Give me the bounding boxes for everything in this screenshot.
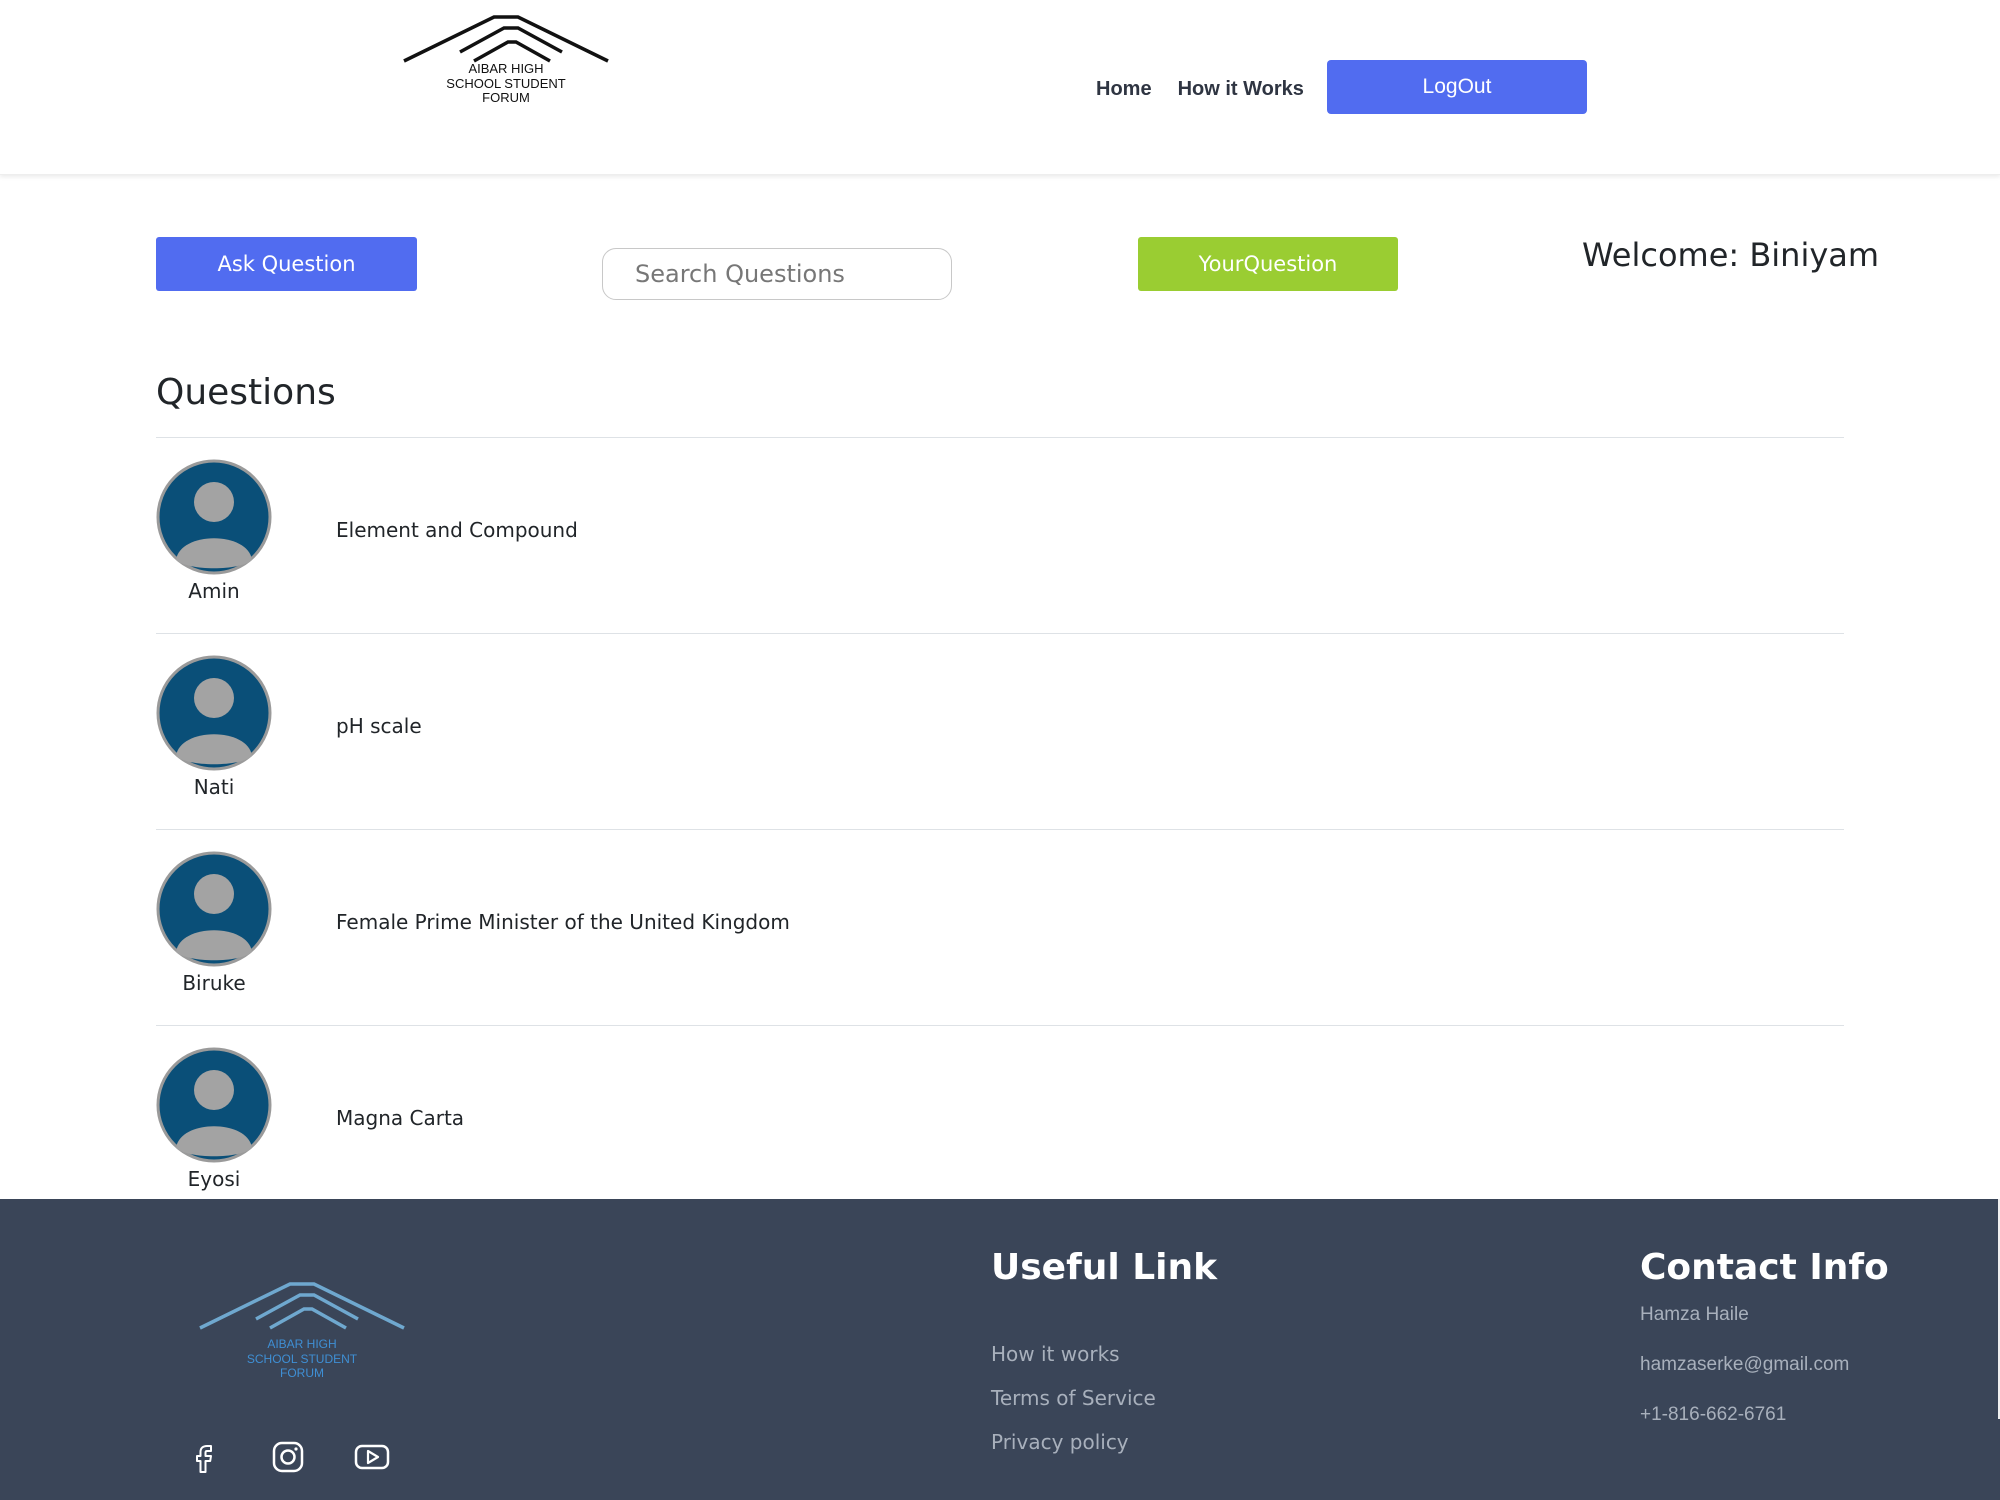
question-title-link[interactable]: Magna Carta <box>336 1106 464 1130</box>
question-title-link[interactable]: Female Prime Minister of the United King… <box>336 910 790 934</box>
user-avatar-icon <box>156 851 272 967</box>
logo-line: AIBAR HIGH <box>267 1337 337 1351</box>
logo-text: AIBAR HIGH SCHOOL STUDENT FORUM <box>400 61 612 106</box>
question-author: Amin <box>188 579 240 603</box>
contact-phone: +1-816-662-6761 <box>1640 1404 1787 1425</box>
ask-question-button[interactable]: Ask Question <box>156 237 417 291</box>
logout-button[interactable]: LogOut <box>1327 60 1587 114</box>
logo-line: SCHOOL STUDENT <box>446 75 566 91</box>
question-author: Nati <box>193 775 235 799</box>
logo-line: FORUM <box>280 1366 324 1380</box>
instagram-icon[interactable] <box>270 1439 306 1475</box>
user-avatar-icon <box>156 459 272 575</box>
nav-home-link[interactable]: Home <box>1096 60 1152 118</box>
user-avatar-icon <box>156 655 272 771</box>
main-nav: Home How it Works <box>1096 60 1330 118</box>
footer-link-how-it-works[interactable]: How it works <box>991 1342 1156 1367</box>
useful-links-list: How it works Terms of Service Privacy po… <box>991 1342 1156 1474</box>
site-header: AIBAR HIGH SCHOOL STUDENT FORUM Home How… <box>0 0 2000 175</box>
footer-logo[interactable]: AIBAR HIGH SCHOOL STUDENT FORUM <box>196 1281 408 1381</box>
contact-name: Hamza Haile <box>1640 1304 1749 1325</box>
question-row[interactable]: Amin Element and Compound <box>156 437 1844 633</box>
nav-how-it-works-link[interactable]: How it Works <box>1178 60 1304 118</box>
contact-info-heading: Contact Info <box>1640 1247 1889 1288</box>
footer-link-terms[interactable]: Terms of Service <box>991 1386 1156 1411</box>
search-questions-input[interactable] <box>602 248 952 300</box>
user-avatar-icon <box>156 1047 272 1163</box>
question-row[interactable]: Nati pH scale <box>156 633 1844 829</box>
question-author: Biruke <box>182 971 246 995</box>
logo-line: SCHOOL STUDENT <box>246 1351 358 1366</box>
footer-logo-text: AIBAR HIGH SCHOOL STUDENT FORUM <box>196 1337 408 1381</box>
facebook-icon[interactable] <box>186 1439 222 1475</box>
contact-email: hamzaserke@gmail.com <box>1640 1354 1850 1375</box>
question-title-link[interactable]: pH scale <box>336 714 422 738</box>
youtube-icon[interactable] <box>354 1439 390 1475</box>
social-links <box>186 1439 438 1475</box>
roof-logo-icon <box>199 1282 405 1330</box>
your-question-button[interactable]: YourQuestion <box>1138 237 1398 291</box>
logo-line: FORUM <box>482 90 530 105</box>
contact-info: Hamza Haile hamzaserke@gmail.com +1-816-… <box>1640 1302 1849 1452</box>
questions-heading: Questions <box>156 372 336 413</box>
question-title-link[interactable]: Element and Compound <box>336 518 578 542</box>
welcome-message: Welcome: Biniyam <box>1582 236 1880 274</box>
footer-link-privacy[interactable]: Privacy policy <box>991 1430 1156 1455</box>
site-logo[interactable]: AIBAR HIGH SCHOOL STUDENT FORUM <box>400 14 612 114</box>
logo-line: AIBAR HIGH <box>468 61 544 76</box>
site-footer: AIBAR HIGH SCHOOL STUDENT FORUM Useful L… <box>0 1199 2000 1500</box>
useful-links-heading: Useful Link <box>991 1247 1218 1288</box>
question-row[interactable]: Eyosi Magna Carta <box>156 1025 1844 1221</box>
question-list: Amin Element and Compound Nati pH scale … <box>156 437 1844 1221</box>
question-row[interactable]: Biruke Female Prime Minister of the Unit… <box>156 829 1844 1025</box>
question-author: Eyosi <box>187 1167 241 1191</box>
